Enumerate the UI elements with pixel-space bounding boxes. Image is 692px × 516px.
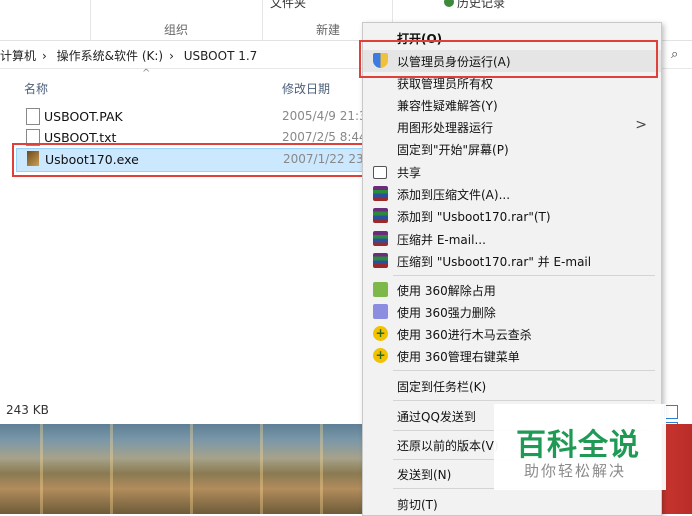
breadcrumb-item[interactable]: 操作系统&软件 (K:) xyxy=(57,49,163,63)
menu-item-label: 使用 360管理右键菜单 xyxy=(397,350,520,364)
menu-item-label: 使用 360强力删除 xyxy=(397,306,496,320)
chevron-right-icon: › xyxy=(169,49,174,63)
menu-item-pin-to-start[interactable]: 固定到"开始"屏幕(P) xyxy=(363,138,661,160)
360-delete-icon xyxy=(373,304,388,319)
wallpaper-detail xyxy=(40,424,43,514)
search-icon: ⌕ xyxy=(671,47,679,62)
search-button[interactable]: ⌕ xyxy=(661,42,692,68)
chevron-right-icon: › xyxy=(42,49,47,63)
360-plus-icon: + xyxy=(373,348,388,363)
menu-item-run-with-gpu[interactable]: 用图形处理器运行 > xyxy=(363,116,661,138)
menu-item-label: 用图形处理器运行 xyxy=(397,121,494,135)
highlight-box-run-as-admin xyxy=(359,40,658,78)
details-view-icon[interactable] xyxy=(664,405,678,419)
menu-item-compress-rar-email[interactable]: 压缩到 "Usboot170.rar" 并 E-mail xyxy=(363,250,661,272)
column-header-row: ^ 名称 修改日期 xyxy=(0,68,360,106)
menu-item-label: 压缩到 "Usboot170.rar" 并 E-mail xyxy=(397,255,592,269)
menu-item-label: 固定到任务栏(K) xyxy=(397,380,487,394)
watermark: 百科全说 助你轻松解决 xyxy=(494,404,666,490)
file-row[interactable]: USBOOT.PAK 2005/4/9 21:3 xyxy=(16,106,367,128)
ribbon-history-button[interactable]: 历史记录 xyxy=(444,0,505,11)
menu-item-compress-email[interactable]: 压缩并 E-mail... xyxy=(363,228,661,250)
breadcrumb-item[interactable]: 计算机 xyxy=(0,49,36,63)
wallpaper-detail xyxy=(190,424,193,514)
menu-item-label: 添加到压缩文件(A)... xyxy=(397,188,511,202)
menu-item-add-to-archive[interactable]: 添加到压缩文件(A)... xyxy=(363,183,661,205)
watermark-subtitle: 助你轻松解决 xyxy=(524,462,627,480)
menu-item-label: 添加到 "Usboot170.rar"(T) xyxy=(397,210,551,224)
winrar-icon xyxy=(373,186,388,201)
menu-separator xyxy=(393,400,655,401)
menu-item-360-manage-menu[interactable]: + 使用 360管理右键菜单 xyxy=(363,345,661,367)
menu-item-label: 还原以前的版本(V) xyxy=(397,439,499,453)
share-icon xyxy=(373,166,387,179)
winrar-icon xyxy=(373,231,388,246)
wallpaper-detail xyxy=(320,424,323,514)
file-date: 2005/4/9 21:3 xyxy=(282,109,367,123)
menu-item-label: 固定到"开始"屏幕(P) xyxy=(397,143,509,157)
menu-item-label: 使用 360进行木马云查杀 xyxy=(397,328,532,342)
menu-item-cut[interactable]: 剪切(T) xyxy=(363,493,661,515)
menu-item-label: 剪切(T) xyxy=(397,498,438,512)
history-icon xyxy=(444,0,454,7)
file-date: 2007/2/5 8:44 xyxy=(282,130,367,144)
menu-item-360-force-delete[interactable]: 使用 360强力删除 xyxy=(363,301,661,323)
chevron-right-icon: > xyxy=(635,117,647,133)
menu-item-pin-taskbar[interactable]: 固定到任务栏(K) xyxy=(363,375,661,397)
winrar-icon xyxy=(373,208,388,223)
breadcrumb-item[interactable]: USBOOT 1.7 xyxy=(184,49,258,63)
ribbon-folder-label[interactable]: 文件夹 xyxy=(270,0,306,11)
menu-item-label: 兼容性疑难解答(Y) xyxy=(397,99,498,113)
360-unlock-icon xyxy=(373,282,388,297)
breadcrumb: 计算机 › 操作系统&软件 (K:) › USBOOT 1.7 xyxy=(0,47,263,64)
ribbon-divider xyxy=(262,0,263,40)
menu-item-label: 通过QQ发送到 xyxy=(397,410,476,424)
watermark-title: 百科全说 xyxy=(516,428,640,463)
wallpaper-detail xyxy=(110,424,113,514)
ribbon-history-label: 历史记录 xyxy=(457,0,506,10)
menu-item-label: 共享 xyxy=(397,166,422,180)
file-name: USBOOT.PAK xyxy=(44,109,123,124)
highlight-box-file xyxy=(12,143,366,177)
wallpaper-detail xyxy=(260,424,263,514)
menu-item-compat-troubleshoot[interactable]: 兼容性疑难解答(Y) xyxy=(363,94,661,116)
menu-item-label: 压缩并 E-mail... xyxy=(397,233,486,247)
menu-separator xyxy=(393,275,655,276)
file-icon xyxy=(26,108,40,125)
menu-item-add-to-rar[interactable]: 添加到 "Usboot170.rar"(T) xyxy=(363,205,661,227)
menu-item-360-trojan-scan[interactable]: + 使用 360进行木马云查杀 xyxy=(363,323,661,345)
column-header-date[interactable]: 修改日期 xyxy=(282,80,330,97)
ribbon-divider xyxy=(90,0,91,40)
ribbon-group-organize: 组织 xyxy=(164,23,189,37)
status-size: 243 KB xyxy=(6,403,49,417)
sort-up-icon: ^ xyxy=(142,68,151,79)
menu-item-label: 发送到(N) xyxy=(397,468,452,482)
menu-item-360-unlock[interactable]: 使用 360解除占用 xyxy=(363,279,661,301)
menu-item-share[interactable]: 共享 xyxy=(363,161,661,183)
column-header-name[interactable]: 名称 xyxy=(24,80,48,97)
menu-item-label: 使用 360解除占用 xyxy=(397,284,496,298)
menu-separator xyxy=(393,370,655,371)
360-plus-icon: + xyxy=(373,326,388,341)
ribbon-group-new: 新建 xyxy=(316,23,341,37)
winrar-icon xyxy=(373,253,388,268)
